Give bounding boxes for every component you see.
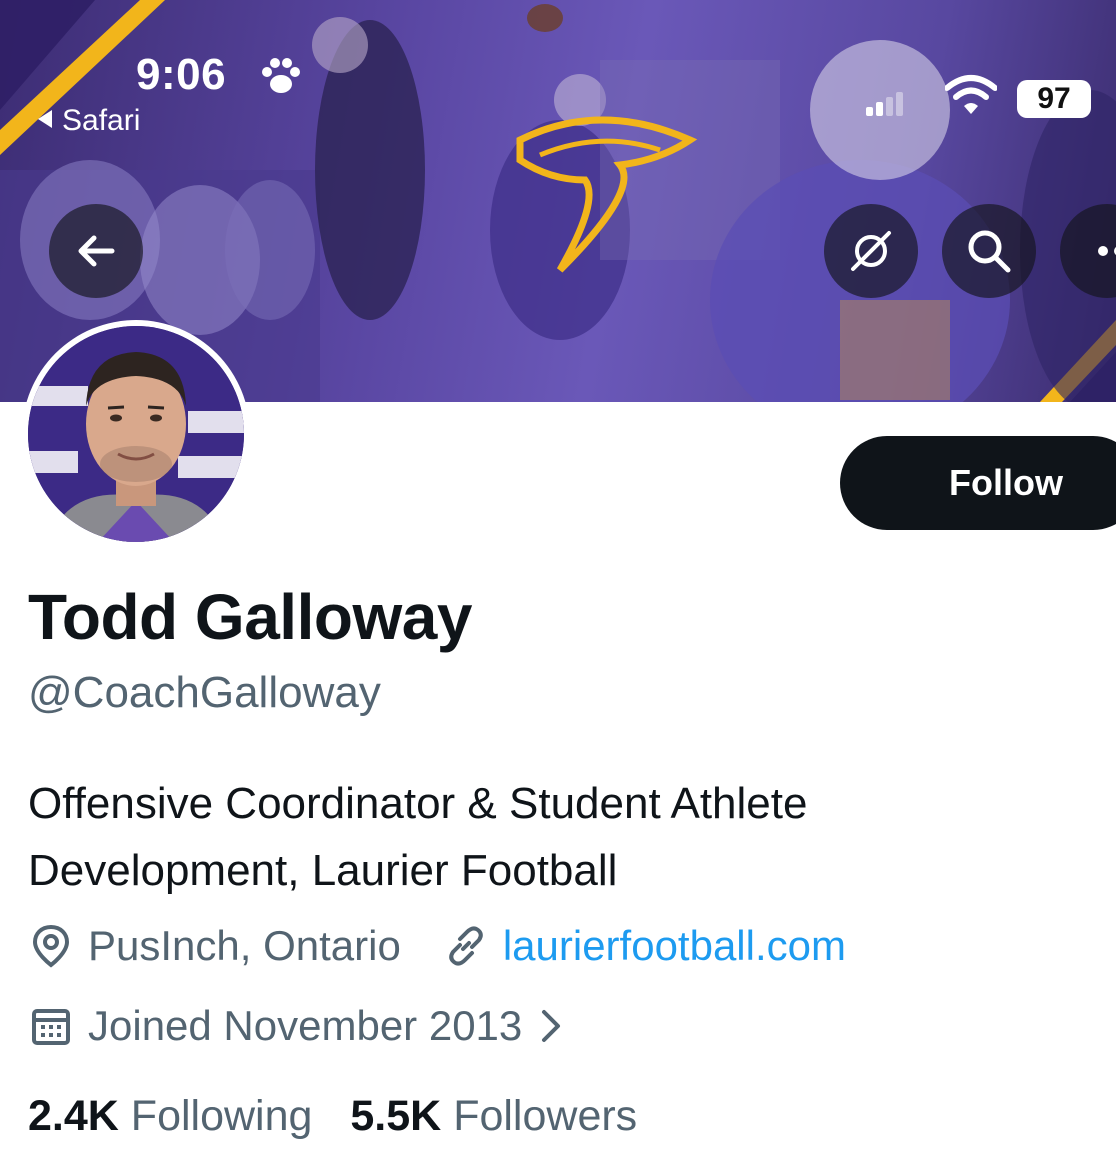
followers-label: Followers <box>453 1092 638 1140</box>
search-button[interactable] <box>942 204 1036 298</box>
chevron-right-icon <box>538 1006 562 1046</box>
following-label: Following <box>130 1092 313 1140</box>
following-stat[interactable]: 2.4K Following <box>28 1092 312 1140</box>
profile-joined-row[interactable]: Joined November 2013 <box>28 1002 576 1050</box>
avatar-photo <box>28 326 244 542</box>
link-icon <box>443 923 489 969</box>
search-icon <box>968 230 1011 273</box>
calendar-icon <box>28 1003 74 1049</box>
followers-count: 5.5K <box>350 1092 442 1140</box>
profile-stats: 2.4K Following 5.5K Followers <box>28 1092 637 1141</box>
profile-location: PusInch, Ontario <box>88 922 401 969</box>
battery-indicator: 97 <box>1017 80 1091 118</box>
following-count: 2.4K <box>28 1092 119 1140</box>
back-button[interactable] <box>49 204 143 298</box>
back-triangle-icon <box>38 110 52 129</box>
avatar[interactable] <box>22 320 250 548</box>
profile-name: Todd Galloway <box>28 581 472 653</box>
follow-button[interactable]: Follow <box>840 436 1116 530</box>
back-to-safari[interactable]: Safari <box>38 104 140 138</box>
back-app-label: Safari <box>62 104 141 137</box>
more-dots-icon <box>1098 246 1116 256</box>
slash-circle-icon <box>851 231 891 271</box>
profile-joined: Joined November 2013 <box>88 1002 523 1049</box>
profile-meta-row: PusInch, Ontario laurierfootball.com <box>28 922 846 970</box>
arrow-left-icon <box>78 235 115 267</box>
wifi-icon <box>945 75 997 114</box>
followers-stat[interactable]: 5.5K Followers <box>350 1092 637 1140</box>
grok-button[interactable] <box>824 204 918 298</box>
status-time: 9:06 <box>136 50 227 99</box>
profile-website-link[interactable]: laurierfootball.com <box>503 922 846 970</box>
profile-bio: Offensive Coordinator & Student Athlete … <box>28 779 808 895</box>
paw-icon <box>262 58 300 93</box>
cellular-signal-icon <box>866 92 906 116</box>
profile-handle: @CoachGalloway <box>28 668 381 717</box>
location-pin-icon <box>28 923 74 969</box>
